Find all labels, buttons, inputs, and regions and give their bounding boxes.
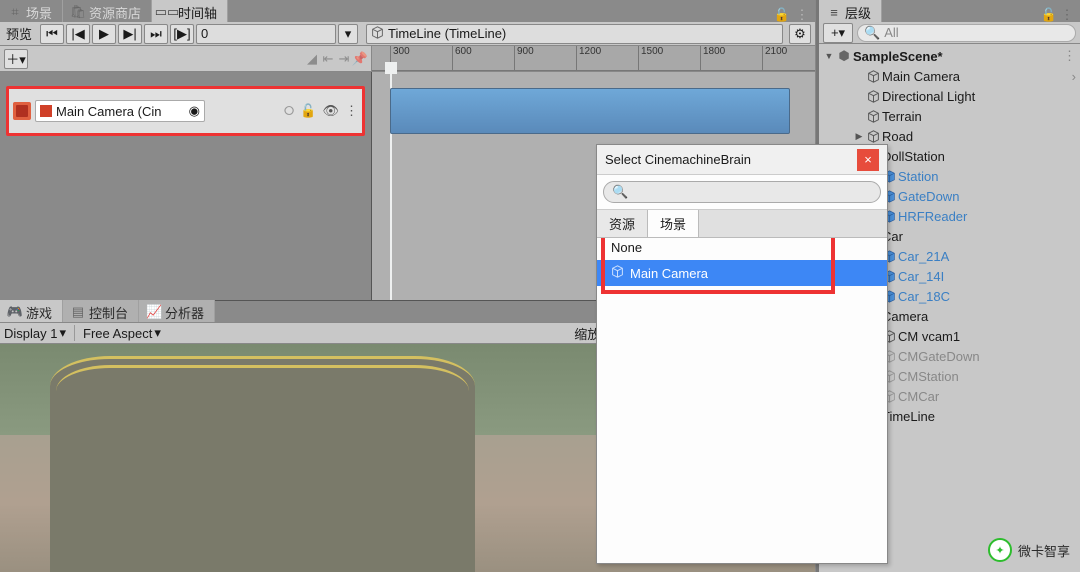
chevron-down-icon: ▾: [154, 325, 161, 341]
profiler-icon: 📈: [147, 305, 161, 319]
hierarchy-search[interactable]: 🔍All: [857, 24, 1076, 42]
tab-profiler[interactable]: 📈分析器: [139, 300, 215, 322]
timeline-icon: ▭▭: [160, 5, 174, 19]
hierarchy-toolbar: +▾ 🔍All: [819, 22, 1080, 44]
gear-icon: ⚙: [794, 26, 806, 42]
popup-list: None Main Camera: [597, 238, 887, 563]
settings-button[interactable]: ⚙: [789, 24, 811, 44]
ruler-tick: 900: [514, 46, 534, 70]
play-button[interactable]: ▶: [92, 24, 116, 44]
goto-end-icon[interactable]: ⇥: [337, 52, 351, 66]
frame-dropdown[interactable]: ▾: [338, 24, 358, 44]
timeline-header-row: ＋▾ ◢ ⇤ ⇥ 📌 3006009001200150018002100: [0, 46, 815, 72]
popup-tab-assets[interactable]: 资源: [597, 210, 648, 237]
aspect-dropdown[interactable]: Free Aspect▾: [83, 325, 161, 341]
cinemachine-small-icon: [40, 105, 52, 117]
popup-search-field[interactable]: 🔍: [603, 181, 881, 203]
ruler-tick: 1500: [638, 46, 663, 70]
tab-scene[interactable]: ⌗场景: [0, 0, 63, 22]
menu-icon[interactable]: ⋮: [1060, 8, 1074, 22]
track-binding-field[interactable]: Main Camera (Cin ◉: [35, 100, 205, 122]
tab-timeline[interactable]: ▭▭时间轴: [152, 0, 228, 22]
kebab-icon[interactable]: ⋮: [345, 103, 358, 119]
cinemachine-clip[interactable]: [390, 88, 790, 134]
chevron-right-icon[interactable]: ›: [1072, 69, 1076, 84]
object-selector-popup: Select CinemachineBrain × 🔍 资源 场景 None M…: [596, 144, 888, 564]
menu-icon[interactable]: ⋮: [795, 8, 809, 22]
record-icon[interactable]: ⭘: [284, 103, 294, 119]
timeline-toolbar: 预览 ⏮ |◀ ▶ ▶| ⏭ [▶] 0 ▾ TimeLine (TimeLin…: [0, 22, 815, 46]
popup-titlebar[interactable]: Select CinemachineBrain ×: [597, 145, 887, 175]
cinemachine-track-header[interactable]: Main Camera (Cin ◉ ⭘ 🔓 👁 ⋮: [6, 86, 365, 136]
bag-icon: 🛍: [71, 5, 85, 19]
ruler-tick: 2100: [762, 46, 787, 70]
prev-frame-button[interactable]: |◀: [66, 24, 90, 44]
pin-icon[interactable]: 📌: [353, 52, 367, 66]
add-track-button[interactable]: ＋▾: [4, 49, 28, 69]
display-dropdown[interactable]: Display 1▾: [4, 325, 66, 341]
play-range-button[interactable]: [▶]: [170, 24, 194, 44]
lock-icon[interactable]: 🔓: [775, 8, 789, 22]
road-mesh: [50, 356, 475, 572]
hierarchy-tabs: ≡层级 🔓 ⋮: [819, 0, 1080, 22]
cube-icon: [867, 90, 880, 103]
timeline-asset-chip[interactable]: TimeLine (TimeLine): [366, 24, 783, 44]
popup-tab-scene[interactable]: 场景: [648, 210, 699, 237]
unlock-icon[interactable]: 🔓: [300, 103, 316, 119]
hierarchy-item[interactable]: Main Camera›: [819, 66, 1080, 86]
ruler-tick: 600: [452, 46, 472, 70]
tab-console[interactable]: ▤控制台: [63, 300, 139, 322]
cube-icon: [867, 70, 880, 83]
chevron-down-icon: ▾: [59, 325, 66, 341]
object-picker-icon[interactable]: ◉: [189, 103, 200, 119]
hierarchy-icon: ≡: [827, 5, 841, 19]
cube-icon: [867, 130, 880, 143]
popup-item-main-camera[interactable]: Main Camera: [597, 260, 887, 286]
kebab-icon[interactable]: ⋮: [1063, 48, 1076, 64]
lock-icon[interactable]: 🔓: [1042, 8, 1056, 22]
wechat-icon: ✦: [988, 538, 1012, 562]
gamepad-icon: 🎮: [8, 305, 22, 319]
preview-label[interactable]: 预览: [0, 24, 38, 43]
ruler-tick: 1200: [576, 46, 601, 70]
cinemachine-icon: [13, 102, 31, 120]
hierarchy-item[interactable]: ▶Road: [819, 126, 1080, 146]
ruler-tick: 1800: [700, 46, 725, 70]
search-icon: 🔍: [864, 25, 880, 41]
next-frame-button[interactable]: ▶|: [118, 24, 142, 44]
cube-icon: [371, 26, 384, 42]
cube-icon: [867, 110, 880, 123]
search-icon: 🔍: [612, 184, 628, 200]
popup-item-none[interactable]: None: [597, 238, 887, 260]
close-button[interactable]: ×: [857, 149, 879, 171]
hierarchy-item[interactable]: Directional Light: [819, 86, 1080, 106]
go-end-button[interactable]: ⏭: [144, 24, 168, 44]
expand-toggle[interactable]: ▶: [853, 131, 865, 142]
eye-icon[interactable]: 👁: [322, 103, 339, 119]
unity-logo-icon: ⬢: [837, 49, 851, 63]
tab-asset-store[interactable]: 🛍资源商店: [63, 0, 152, 22]
grid-icon: ⌗: [8, 5, 22, 19]
hierarchy-item[interactable]: Terrain: [819, 106, 1080, 126]
cube-icon: [611, 265, 624, 281]
create-dropdown[interactable]: +▾: [823, 23, 853, 43]
popup-title: Select CinemachineBrain: [605, 152, 751, 167]
tab-game[interactable]: 🎮游戏: [0, 300, 63, 322]
expand-toggle[interactable]: ▼: [823, 51, 835, 61]
console-icon: ▤: [71, 305, 85, 319]
go-start-button[interactable]: ⏮: [40, 24, 64, 44]
tab-hierarchy[interactable]: ≡层级: [819, 0, 882, 22]
goto-start-icon[interactable]: ⇤: [321, 52, 335, 66]
timeline-ruler[interactable]: 3006009001200150018002100: [372, 46, 815, 71]
marker-icon[interactable]: ◢: [305, 52, 319, 66]
scene-root[interactable]: ▼ ⬢ SampleScene* ⋮: [819, 46, 1080, 66]
editor-tabs: ⌗场景 🛍资源商店 ▭▭时间轴 🔓 ⋮: [0, 0, 815, 22]
watermark: ✦ 微卡智享: [988, 538, 1070, 562]
frame-field[interactable]: 0: [196, 24, 336, 44]
close-icon: ×: [864, 152, 872, 167]
